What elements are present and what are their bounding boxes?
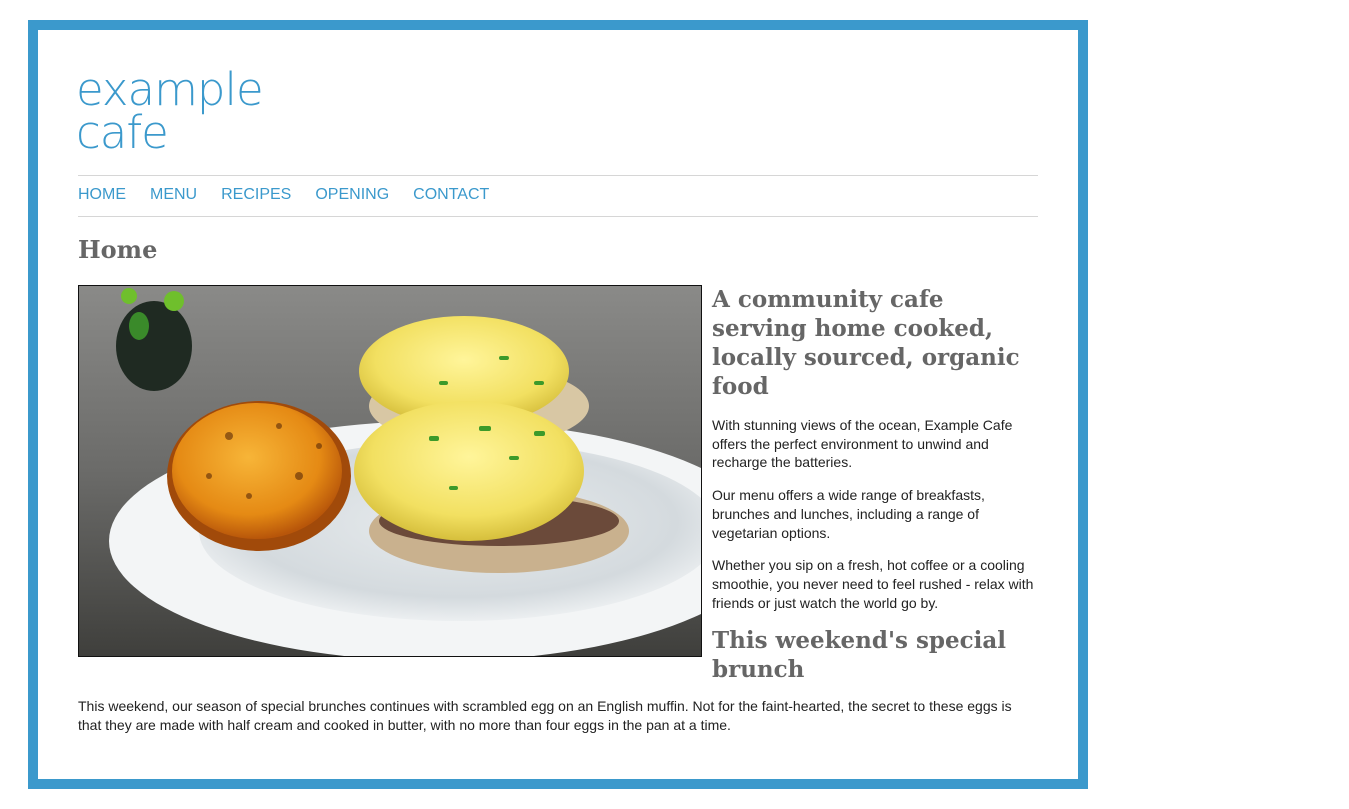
- intro-paragraph-2: Our menu offers a wide range of breakfas…: [712, 487, 985, 541]
- site-logo[interactable]: example cafe: [76, 63, 264, 159]
- nav-item-menu[interactable]: MENU: [150, 176, 197, 214]
- intro-column: A community cafe serving home cooked, lo…: [712, 285, 1042, 699]
- logo-line-2: cafe: [76, 106, 169, 159]
- nav-item-opening[interactable]: OPENING: [315, 176, 389, 214]
- intro-heading: A community cafe serving home cooked, lo…: [712, 286, 1020, 400]
- logo-line-1: example: [76, 63, 264, 116]
- brunch-photo: [78, 285, 702, 657]
- main-nav: HOME MENU RECIPES OPENING CONTACT: [78, 175, 1038, 217]
- intro-paragraph-1: With stunning views of the ocean, Exampl…: [712, 417, 1013, 471]
- brunch-photo-illustration: [79, 286, 701, 656]
- nav-item-contact[interactable]: CONTACT: [413, 176, 489, 214]
- special-heading: This weekend's special brunch: [712, 627, 1007, 684]
- page-frame: example cafe HOME MENU RECIPES OPENING C…: [28, 20, 1088, 789]
- special-description: This weekend, our season of special brun…: [78, 698, 1012, 733]
- page-title: Home: [78, 235, 158, 264]
- intro-paragraph-3: Whether you sip on a fresh, hot coffee o…: [712, 557, 1034, 611]
- nav-item-recipes[interactable]: RECIPES: [221, 176, 291, 214]
- nav-item-home[interactable]: HOME: [78, 176, 126, 214]
